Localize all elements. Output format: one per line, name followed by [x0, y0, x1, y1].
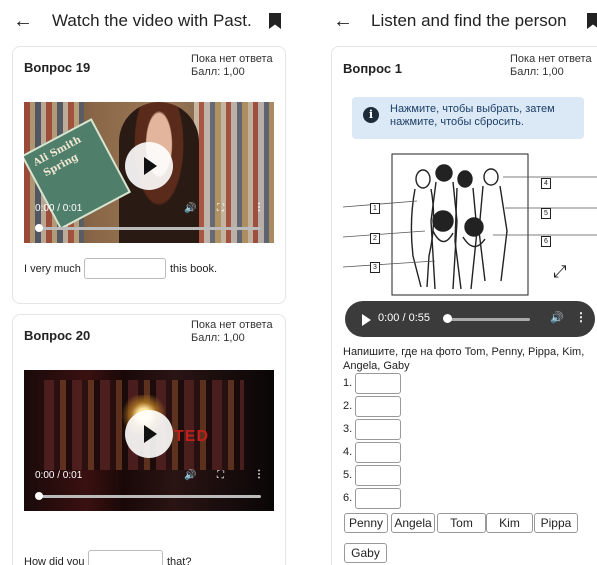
figure-label-6: 6 — [541, 236, 551, 247]
answer-slot-6[interactable] — [355, 488, 401, 509]
video-20-progress-handle[interactable] — [35, 492, 43, 500]
question-1-status: Пока нет ответа Балл: 1,00 — [510, 53, 592, 79]
figure-label-3: 3 — [370, 262, 380, 273]
audio-play-icon[interactable] — [362, 314, 371, 326]
expand-icon[interactable]: ⤢ — [553, 262, 567, 282]
more-vert-icon[interactable]: ⋮ — [254, 469, 264, 480]
more-vert-icon[interactable]: ⋮ — [575, 310, 587, 324]
audio-time: 0:00 / 0:55 — [378, 312, 430, 324]
answer-label-1: 1. — [343, 377, 353, 389]
question-1-score: Балл: 1,00 — [510, 66, 564, 78]
volume-icon[interactable]: 🔊 — [184, 203, 196, 214]
figure-label-5: 5 — [541, 208, 551, 219]
info-banner: i Нажмите, чтобы выбрать, затем нажмите,… — [352, 97, 584, 139]
answer-slot-3[interactable] — [355, 419, 401, 440]
answer-slot-2[interactable] — [355, 396, 401, 417]
question-20-card: Вопрос 20 Пока нет ответа Балл: 1,00 TED… — [12, 314, 286, 565]
name-chip-angela[interactable]: Angela — [391, 513, 435, 533]
answer-slot-1[interactable] — [355, 373, 401, 394]
fullscreen-icon[interactable]: ⛶ — [217, 203, 224, 214]
figure-label-2: 2 — [370, 233, 380, 244]
answer-label-6: 6. — [343, 492, 353, 504]
more-vert-icon[interactable]: ⋮ — [254, 202, 264, 213]
question-20-score: Балл: 1,00 — [191, 332, 245, 344]
bookshelf-right — [194, 102, 274, 243]
q20-sentence-end: that? — [167, 556, 192, 565]
question-20-title: Вопрос 20 — [24, 328, 91, 343]
info-text-line1: Нажмите, чтобы выбрать, затем — [390, 103, 555, 115]
name-chip-kim[interactable]: Kim — [486, 513, 533, 533]
right-topbar: ← Listen and find the person — [322, 0, 597, 42]
back-arrow-icon[interactable]: ← — [8, 10, 38, 33]
info-text-line2: нажмите, чтобы сбросить. — [390, 116, 524, 128]
figure-label-1: 1 — [370, 203, 380, 214]
volume-icon[interactable]: 🔊 — [184, 470, 196, 481]
play-button-19[interactable] — [125, 142, 173, 190]
audio-progress-track[interactable] — [446, 318, 530, 321]
video-20-time: 0:00 / 0:01 — [35, 470, 83, 481]
question-1-status-text: Пока нет ответа — [510, 53, 592, 65]
left-page-title: Watch the video with Past... — [52, 11, 252, 30]
question-1-card: Вопрос 1 Пока нет ответа Балл: 1,00 i На… — [331, 46, 597, 565]
video-player-19[interactable]: Ali Smith Spring 0:00 / 0:01 🔊 ⛶ ⋮ — [24, 102, 274, 243]
name-chip-gaby[interactable]: Gaby — [344, 543, 387, 563]
q20-answer-input[interactable] — [88, 550, 163, 565]
answer-slot-5[interactable] — [355, 465, 401, 486]
name-chip-tom[interactable]: Tom — [437, 513, 486, 533]
q19-sentence-start: I very much — [24, 263, 81, 275]
right-pane: ← Listen and find the person Вопрос 1 По… — [322, 0, 597, 565]
video-player-20[interactable]: TED 0:00 / 0:01 🔊 ⛶ ⋮ — [24, 370, 274, 511]
audio-progress-handle[interactable] — [443, 314, 452, 323]
answer-label-5: 5. — [343, 469, 353, 481]
back-arrow-icon[interactable]: ← — [328, 10, 358, 33]
question-19-title: Вопрос 19 — [24, 60, 91, 75]
question-1-title: Вопрос 1 — [343, 61, 402, 76]
answer-label-3: 3. — [343, 423, 353, 435]
volume-icon[interactable]: 🔊 — [550, 311, 564, 324]
question-20-status-text: Пока нет ответа — [191, 319, 273, 331]
name-chip-pippa[interactable]: Pippa — [534, 513, 578, 533]
fullscreen-icon[interactable]: ⛶ — [217, 470, 224, 481]
play-button-20[interactable] — [125, 410, 173, 458]
video-20-progress-track[interactable] — [39, 495, 261, 498]
name-chip-penny[interactable]: Penny — [344, 513, 388, 533]
video-19-time: 0:00 / 0:01 — [35, 203, 83, 214]
left-pane: ← Watch the video with Past... Вопрос 19… — [0, 0, 300, 565]
q19-answer-input[interactable] — [84, 258, 166, 279]
question-19-status: Пока нет ответа Балл: 1,00 — [191, 53, 273, 79]
audio-player[interactable]: 0:00 / 0:55 🔊 ⋮ — [345, 301, 595, 337]
q20-sentence-start: How did you — [24, 556, 85, 565]
q19-sentence-end: this book. — [170, 263, 218, 275]
question-19-card: Вопрос 19 Пока нет ответа Балл: 1,00 Ali… — [12, 46, 286, 304]
instruction-line2: Angela, Gaby — [343, 360, 410, 372]
answer-slot-4[interactable] — [355, 442, 401, 463]
info-icon: i — [363, 107, 379, 123]
instruction-text: Напишите, где на фото Tom, Penny, Pippa,… — [343, 345, 584, 373]
figure-label-4: 4 — [541, 178, 551, 189]
left-topbar: ← Watch the video with Past... — [0, 0, 300, 42]
answer-label-4: 4. — [343, 446, 353, 458]
right-page-title: Listen and find the person — [371, 11, 567, 30]
answer-label-2: 2. — [343, 400, 353, 412]
ted-logo: TED — [174, 428, 209, 445]
question-19-score: Балл: 1,00 — [191, 66, 245, 78]
video-19-progress-track[interactable] — [39, 227, 261, 230]
video-19-progress-handle[interactable] — [35, 224, 43, 232]
instruction-line1: Напишите, где на фото Tom, Penny, Pippa,… — [343, 346, 585, 358]
question-20-status: Пока нет ответа Балл: 1,00 — [191, 319, 273, 345]
question-19-status-text: Пока нет ответа — [191, 53, 273, 65]
info-text: Нажмите, чтобы выбрать, затем нажмите, ч… — [390, 103, 555, 129]
